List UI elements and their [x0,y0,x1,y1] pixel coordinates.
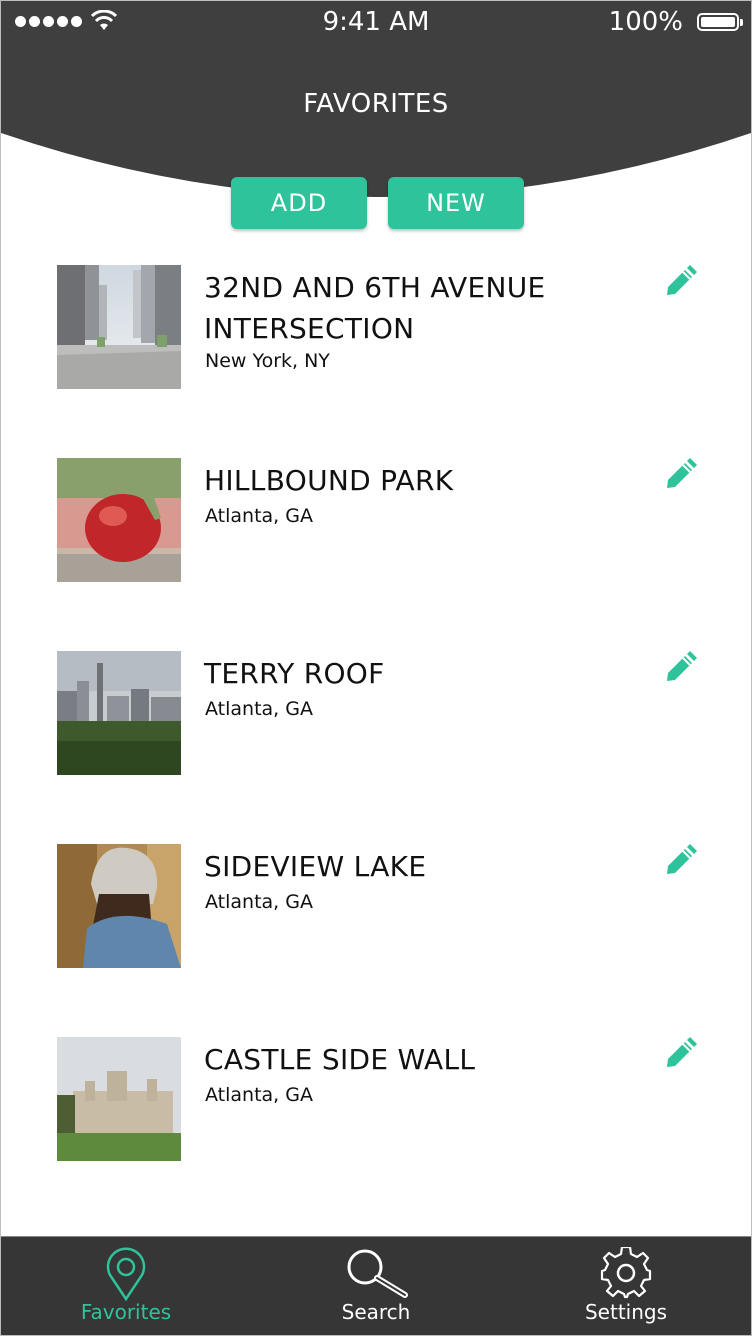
edit-pencil-icon[interactable] [663,458,697,492]
status-bar: 9:41 AM 100% [1,1,751,45]
favorite-item[interactable]: 32ND AND 6TH AVENUE INTERSECTION New Yor… [1,265,751,405]
location-thumbnail [57,651,181,775]
search-icon [347,1249,408,1298]
favorite-location: Atlanta, GA [205,505,313,527]
favorite-location: Atlanta, GA [205,891,313,913]
add-button[interactable]: ADD [231,177,367,229]
tab-label: Settings [584,1300,668,1324]
edit-pencil-icon[interactable] [663,1037,697,1071]
favorite-item[interactable]: CASTLE SIDE WALL Atlanta, GA [1,1037,751,1177]
favorite-location: New York, NY [205,350,330,372]
favorite-item[interactable]: SIDEVIEW LAKE Atlanta, GA [1,844,751,984]
tab-settings[interactable]: Settings [501,1237,751,1335]
battery-percentage: 100% [608,7,683,37]
map-pin-icon [106,1247,146,1301]
gear-icon [600,1247,652,1299]
location-thumbnail [57,844,181,968]
favorite-title: CASTLE SIDE WALL [204,1043,476,1076]
favorite-title: TERRY ROOF [204,657,385,690]
location-thumbnail [57,458,181,582]
favorite-item[interactable]: TERRY ROOF Atlanta, GA [1,651,751,791]
new-button[interactable]: NEW [388,177,524,229]
favorite-location: Atlanta, GA [205,1084,313,1106]
battery-icon [697,13,743,31]
tab-label: Favorites [80,1300,172,1324]
edit-pencil-icon[interactable] [663,265,697,299]
tab-favorites[interactable]: Favorites [1,1237,251,1335]
tab-bar: Favorites Search Settings [1,1236,751,1335]
tab-label: Search [341,1300,411,1324]
favorite-title: HILLBOUND PARK [204,464,454,497]
location-thumbnail [57,1037,181,1161]
tab-search[interactable]: Search [251,1237,501,1335]
page-title: FAVORITES [303,89,449,119]
favorite-item[interactable]: HILLBOUND PARK Atlanta, GA [1,458,751,598]
app-screen: 9:41 AM 100% FAVORITES ADD NEW 32ND AND … [0,0,752,1336]
favorite-title: SIDEVIEW LAKE [204,850,427,883]
location-thumbnail [57,265,181,389]
edit-pencil-icon[interactable] [663,844,697,878]
favorite-location: Atlanta, GA [205,698,313,720]
favorite-title: 32ND AND 6TH AVENUE INTERSECTION [204,271,546,345]
edit-pencil-icon[interactable] [663,651,697,685]
